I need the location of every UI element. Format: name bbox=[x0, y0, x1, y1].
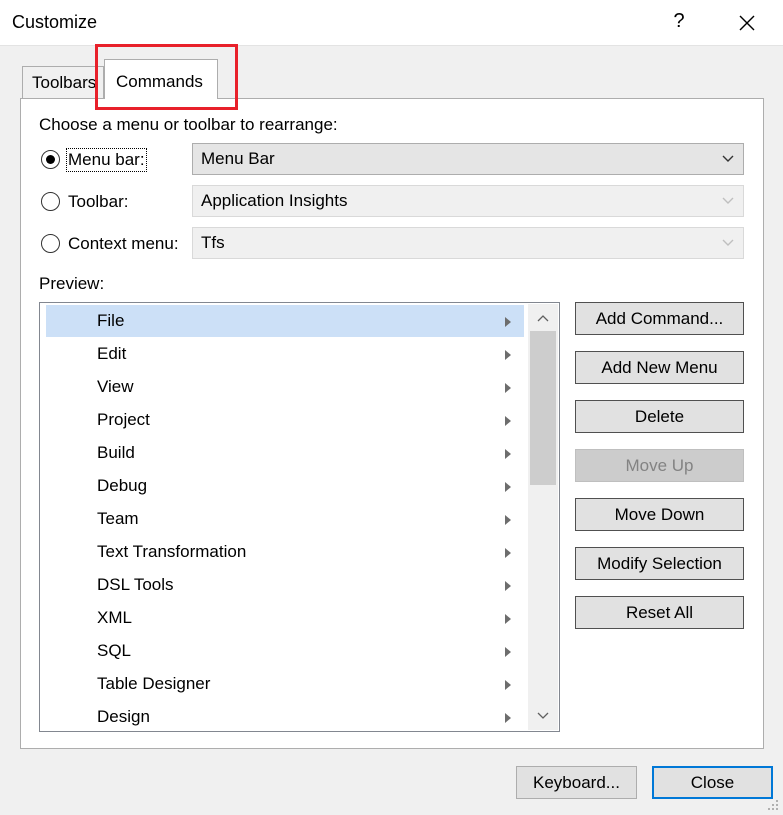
list-item-label: XML bbox=[97, 608, 132, 627]
chevron-up-icon[interactable] bbox=[536, 312, 550, 326]
submenu-arrow-icon bbox=[505, 548, 511, 558]
submenu-arrow-icon bbox=[505, 383, 511, 393]
list-item-label: Build bbox=[97, 443, 135, 462]
context-menu-select-value: Tfs bbox=[201, 233, 225, 252]
menu-bar-select-value: Menu Bar bbox=[201, 149, 275, 168]
chevron-down-icon bbox=[722, 197, 734, 204]
list-item-label: Edit bbox=[97, 344, 127, 363]
list-item-project[interactable]: Project bbox=[46, 404, 524, 436]
context-menu-label: Context menu: bbox=[68, 234, 179, 253]
toolbar-label: Toolbar: bbox=[68, 192, 129, 211]
list-item-xml[interactable]: XML bbox=[46, 602, 524, 634]
move-down-button[interactable]: Move Down bbox=[575, 498, 744, 531]
chevron-down-icon bbox=[722, 155, 734, 162]
tab-commands-label: Commands bbox=[116, 72, 203, 91]
delete-button[interactable]: Delete bbox=[575, 400, 744, 433]
tab-toolbars[interactable]: Toolbars bbox=[22, 66, 104, 98]
list-item-team[interactable]: Team bbox=[46, 503, 524, 535]
preview-list[interactable]: File Edit View Project Build Debug Team … bbox=[39, 302, 560, 732]
list-item-label: Debug bbox=[97, 476, 148, 495]
reset-all-button[interactable]: Reset All bbox=[575, 596, 744, 629]
submenu-arrow-icon bbox=[505, 680, 511, 690]
chevron-down-icon[interactable] bbox=[536, 708, 550, 722]
close-icon[interactable] bbox=[730, 6, 764, 40]
list-item-label: Table Designer bbox=[97, 674, 211, 693]
toolbar-select-value: Application Insights bbox=[201, 191, 348, 210]
add-command-button[interactable]: Add Command... bbox=[575, 302, 744, 335]
list-item-sql[interactable]: SQL bbox=[46, 635, 524, 667]
keyboard-button[interactable]: Keyboard... bbox=[516, 766, 637, 799]
list-item-build[interactable]: Build bbox=[46, 437, 524, 469]
scrollbar-thumb[interactable] bbox=[530, 331, 556, 485]
tab-toolbars-label: Toolbars bbox=[32, 73, 97, 92]
list-item-label: Project bbox=[97, 410, 150, 429]
toolbar-select[interactable]: Application Insights bbox=[192, 185, 744, 217]
list-item-label: Design bbox=[97, 707, 150, 726]
list-item-label: Text Transformation bbox=[97, 542, 247, 561]
resize-grip-icon[interactable] bbox=[764, 796, 780, 812]
menu-bar-label: Menu bar: bbox=[66, 148, 147, 172]
list-item-design[interactable]: Design bbox=[46, 701, 524, 731]
submenu-arrow-icon bbox=[505, 317, 511, 327]
submenu-arrow-icon bbox=[505, 416, 511, 426]
tab-commands[interactable]: Commands bbox=[104, 59, 218, 99]
submenu-arrow-icon bbox=[505, 581, 511, 591]
move-up-button[interactable]: Move Up bbox=[575, 449, 744, 482]
help-button[interactable]: ? bbox=[669, 10, 689, 33]
preview-label: Preview: bbox=[39, 274, 105, 293]
list-item-view[interactable]: View bbox=[46, 371, 524, 403]
submenu-arrow-icon bbox=[505, 449, 511, 459]
list-item-table-designer[interactable]: Table Designer bbox=[46, 668, 524, 700]
list-item-dsl-tools[interactable]: DSL Tools bbox=[46, 569, 524, 601]
add-new-menu-button[interactable]: Add New Menu bbox=[575, 351, 744, 384]
preview-scrollbar[interactable] bbox=[528, 304, 558, 730]
menu-bar-radio[interactable] bbox=[41, 150, 60, 169]
list-item-debug[interactable]: Debug bbox=[46, 470, 524, 502]
window-title: Customize bbox=[12, 12, 98, 32]
choose-menu-label: Choose a menu or toolbar to rearrange: bbox=[39, 115, 338, 134]
list-item-label: Team bbox=[97, 509, 139, 528]
list-item-label: File bbox=[97, 311, 125, 330]
submenu-arrow-icon bbox=[505, 713, 511, 723]
list-item-label: SQL bbox=[97, 641, 132, 660]
modify-selection-button[interactable]: Modify Selection bbox=[575, 547, 744, 580]
list-item-edit[interactable]: Edit bbox=[46, 338, 524, 370]
submenu-arrow-icon bbox=[505, 350, 511, 360]
submenu-arrow-icon bbox=[505, 515, 511, 525]
submenu-arrow-icon bbox=[505, 614, 511, 624]
submenu-arrow-icon bbox=[505, 482, 511, 492]
list-item-label: DSL Tools bbox=[97, 575, 174, 594]
chevron-down-icon bbox=[722, 239, 734, 246]
list-item-text-transformation[interactable]: Text Transformation bbox=[46, 536, 524, 568]
toolbar-radio[interactable] bbox=[41, 192, 60, 211]
list-item-label: View bbox=[97, 377, 134, 396]
close-button[interactable]: Close bbox=[652, 766, 773, 799]
submenu-arrow-icon bbox=[505, 647, 511, 657]
menu-bar-select[interactable]: Menu Bar bbox=[192, 143, 744, 175]
title-bar: Customize ? bbox=[0, 0, 783, 46]
context-menu-select[interactable]: Tfs bbox=[192, 227, 744, 259]
context-menu-radio[interactable] bbox=[41, 234, 60, 253]
list-item-file[interactable]: File bbox=[46, 305, 524, 337]
